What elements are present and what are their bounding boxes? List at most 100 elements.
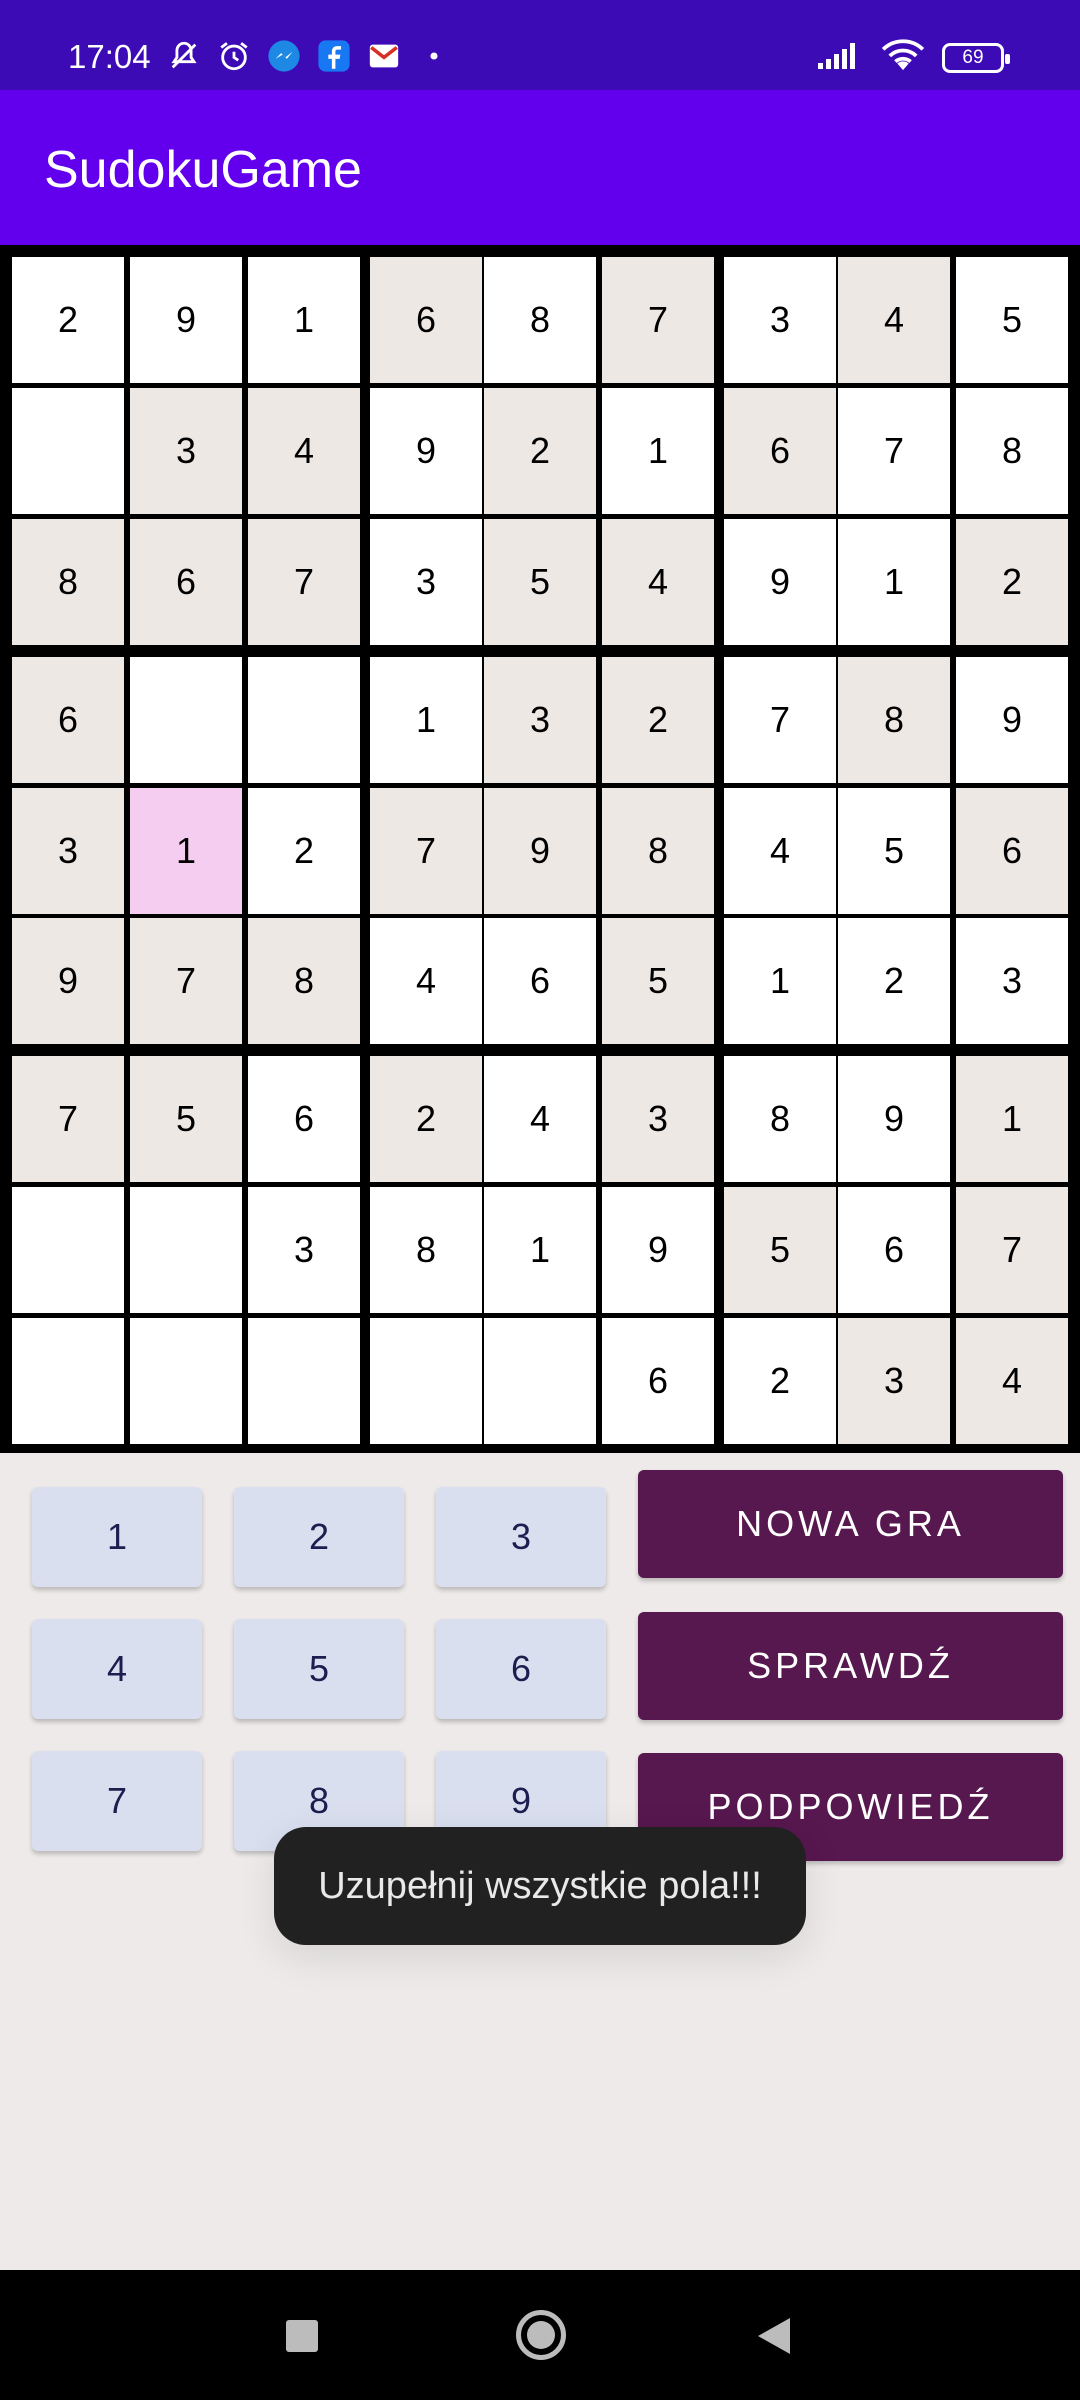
sudoku-cell[interactable]: 7 xyxy=(602,257,714,383)
sudoku-cell[interactable]: 6 xyxy=(838,1187,950,1313)
sudoku-cell[interactable]: 4 xyxy=(602,519,714,645)
sudoku-cell[interactable] xyxy=(248,657,360,783)
sudoku-cell[interactable]: 2 xyxy=(370,1056,482,1182)
sudoku-cell[interactable]: 9 xyxy=(484,788,596,914)
number-button[interactable]: 5 xyxy=(234,1619,404,1719)
sudoku-cell[interactable] xyxy=(130,1187,242,1313)
sudoku-cell[interactable] xyxy=(12,388,124,514)
sudoku-cell[interactable]: 9 xyxy=(602,1187,714,1313)
sudoku-cell[interactable]: 1 xyxy=(602,388,714,514)
number-button[interactable]: 7 xyxy=(32,1751,202,1851)
sudoku-cell[interactable]: 8 xyxy=(248,918,360,1044)
sudoku-cell[interactable]: 5 xyxy=(130,1056,242,1182)
sudoku-cell[interactable]: 8 xyxy=(602,788,714,914)
sudoku-cell[interactable]: 8 xyxy=(956,388,1068,514)
sudoku-cell[interactable]: 6 xyxy=(602,1318,714,1444)
sudoku-cell[interactable]: 7 xyxy=(724,657,836,783)
sudoku-cell[interactable] xyxy=(248,1318,360,1444)
sudoku-cell[interactable]: 6 xyxy=(12,657,124,783)
sudoku-cell[interactable]: 9 xyxy=(370,388,482,514)
number-button[interactable]: 1 xyxy=(32,1487,202,1587)
sudoku-cell[interactable]: 7 xyxy=(130,918,242,1044)
number-button[interactable]: 3 xyxy=(436,1487,606,1587)
sudoku-cell[interactable]: 2 xyxy=(956,519,1068,645)
check-button[interactable]: SPRAWDŹ xyxy=(638,1612,1063,1720)
number-button[interactable]: 6 xyxy=(436,1619,606,1719)
sudoku-cell[interactable] xyxy=(370,1318,482,1444)
sudoku-cell[interactable]: 3 xyxy=(484,657,596,783)
sudoku-cell[interactable]: 5 xyxy=(724,1187,836,1313)
sudoku-cell[interactable]: 6 xyxy=(484,918,596,1044)
sudoku-cell[interactable]: 2 xyxy=(838,918,950,1044)
sudoku-cell[interactable]: 2 xyxy=(484,388,596,514)
status-icons-left xyxy=(166,38,452,74)
new-game-button[interactable]: NOWA GRA xyxy=(638,1470,1063,1578)
sudoku-cell[interactable] xyxy=(130,1318,242,1444)
sudoku-cell[interactable]: 3 xyxy=(838,1318,950,1444)
sudoku-cell[interactable]: 8 xyxy=(838,657,950,783)
sudoku-cell[interactable]: 9 xyxy=(12,918,124,1044)
sudoku-cell[interactable]: 7 xyxy=(956,1187,1068,1313)
sudoku-cell[interactable]: 6 xyxy=(130,519,242,645)
sudoku-cell[interactable]: 8 xyxy=(484,257,596,383)
sudoku-cell[interactable] xyxy=(484,1318,596,1444)
sudoku-cell[interactable]: 5 xyxy=(956,257,1068,383)
sudoku-cell[interactable]: 1 xyxy=(956,1056,1068,1182)
sudoku-cell[interactable]: 3 xyxy=(602,1056,714,1182)
sudoku-cell[interactable]: 5 xyxy=(838,788,950,914)
sudoku-cell[interactable]: 9 xyxy=(838,1056,950,1182)
toast-message: Uzupełnij wszystkie pola!!! xyxy=(274,1827,806,1945)
sudoku-cell[interactable]: 1 xyxy=(838,519,950,645)
sudoku-cell[interactable]: 5 xyxy=(602,918,714,1044)
sudoku-cell[interactable]: 4 xyxy=(248,388,360,514)
sudoku-cell[interactable]: 1 xyxy=(484,1187,596,1313)
sudoku-cell[interactable]: 4 xyxy=(838,257,950,383)
sudoku-cell[interactable]: 5 xyxy=(484,519,596,645)
sudoku-cell[interactable] xyxy=(12,1318,124,1444)
sudoku-cell[interactable]: 6 xyxy=(956,788,1068,914)
sudoku-cell[interactable]: 3 xyxy=(370,519,482,645)
sudoku-cell[interactable]: 3 xyxy=(724,257,836,383)
sudoku-cell[interactable]: 1 xyxy=(248,257,360,383)
sudoku-cell[interactable]: 4 xyxy=(956,1318,1068,1444)
sudoku-cell[interactable]: 4 xyxy=(484,1056,596,1182)
sudoku-cell[interactable]: 3 xyxy=(248,1187,360,1313)
status-icons-right: 69 xyxy=(816,38,1010,77)
sudoku-cell[interactable]: 8 xyxy=(370,1187,482,1313)
sudoku-cell[interactable] xyxy=(130,657,242,783)
back-button[interactable] xyxy=(758,2318,790,2354)
sudoku-cell[interactable]: 6 xyxy=(724,388,836,514)
sudoku-cell[interactable]: 8 xyxy=(724,1056,836,1182)
status-time: 17:04 xyxy=(68,38,151,75)
sudoku-cell[interactable]: 9 xyxy=(956,657,1068,783)
sudoku-cell[interactable]: 3 xyxy=(130,388,242,514)
sudoku-cell[interactable]: 2 xyxy=(602,657,714,783)
number-button[interactable]: 4 xyxy=(32,1619,202,1719)
sudoku-cell[interactable]: 3 xyxy=(12,788,124,914)
sudoku-cell[interactable]: 1 xyxy=(370,657,482,783)
navigation-bar xyxy=(0,2270,1080,2400)
sudoku-cell[interactable]: 9 xyxy=(130,257,242,383)
sudoku-cell[interactable]: 7 xyxy=(12,1056,124,1182)
sudoku-cell[interactable]: 1 xyxy=(724,918,836,1044)
sudoku-cell[interactable]: 7 xyxy=(248,519,360,645)
sudoku-cell[interactable]: 2 xyxy=(12,257,124,383)
home-button[interactable] xyxy=(516,2310,566,2360)
number-button[interactable]: 2 xyxy=(234,1487,404,1587)
sudoku-cell[interactable] xyxy=(12,1187,124,1313)
sudoku-cell[interactable]: 2 xyxy=(724,1318,836,1444)
sudoku-cell[interactable]: 9 xyxy=(724,519,836,645)
sudoku-cell[interactable]: 4 xyxy=(724,788,836,914)
sudoku-cell[interactable]: 6 xyxy=(370,257,482,383)
signal-icon xyxy=(816,39,864,76)
sudoku-cell[interactable]: 8 xyxy=(12,519,124,645)
sudoku-cell[interactable]: 6 xyxy=(248,1056,360,1182)
sudoku-cell[interactable]: 7 xyxy=(370,788,482,914)
sudoku-cell[interactable]: 7 xyxy=(838,388,950,514)
sudoku-cell[interactable]: 4 xyxy=(370,918,482,1044)
recents-button[interactable] xyxy=(286,2320,318,2352)
sudoku-cell[interactable]: 1 xyxy=(130,788,242,914)
sudoku-cell[interactable]: 3 xyxy=(956,918,1068,1044)
sudoku-cell[interactable]: 2 xyxy=(248,788,360,914)
app-bar: SudokuGame xyxy=(0,90,1080,245)
